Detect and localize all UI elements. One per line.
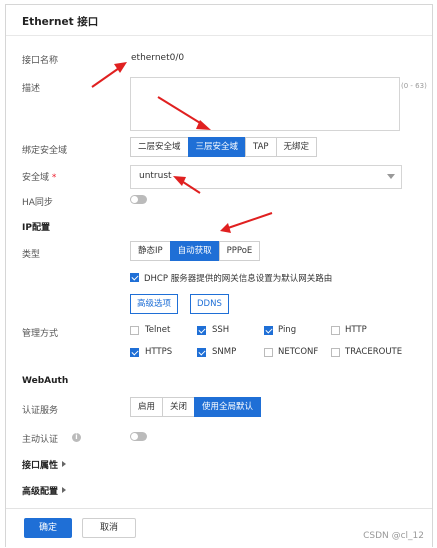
mgmt-traceroute-label: TRACEROUTE	[345, 347, 403, 357]
dhcp-gateway-checkbox[interactable]	[130, 273, 139, 282]
dialog-title: Ethernet 接口	[22, 16, 99, 28]
bind-zone-option-tap[interactable]: TAP	[245, 137, 277, 157]
description-textarea[interactable]	[130, 77, 400, 131]
confirm-button[interactable]: 确定	[24, 518, 72, 538]
mgmt-http-checkbox[interactable]	[331, 326, 340, 335]
active-auth-label: 主动认证	[22, 435, 59, 445]
auth-service-enable[interactable]: 启用	[130, 397, 164, 417]
auth-service-label: 认证服务	[22, 406, 59, 416]
mgmt-telnet-checkbox[interactable]	[130, 326, 139, 335]
mgmt-https-checkbox[interactable]	[130, 348, 139, 357]
active-auth-toggle[interactable]	[130, 432, 147, 441]
description-label: 描述	[22, 84, 41, 94]
toggle-knob	[131, 196, 138, 203]
zone-label: 安全域 *	[22, 170, 56, 183]
cancel-button[interactable]: 取消	[82, 518, 136, 538]
toggle-knob	[131, 433, 138, 440]
chevron-down-icon	[387, 174, 395, 179]
ddns-button[interactable]: DDNS	[190, 294, 229, 314]
ip-type-segmented: 静态IP 自动获取 PPPoE	[130, 241, 261, 261]
zone-select-value: untrust	[139, 171, 172, 181]
advanced-config-collapsible[interactable]: 高级配置	[22, 484, 67, 497]
ip-config-section-title: IP配置	[22, 223, 50, 233]
zone-select[interactable]: untrust	[130, 165, 402, 189]
interface-attrs-collapsible[interactable]: 接口属性	[22, 458, 67, 471]
interface-name-value: ethernet0/0	[131, 53, 185, 63]
caret-right-icon	[62, 487, 67, 493]
ha-sync-toggle[interactable]	[130, 195, 147, 204]
zone-label-text: 安全域	[22, 173, 50, 183]
bind-zone-segmented: 二层安全域 三层安全域 TAP 无绑定	[130, 137, 318, 157]
auth-service-disable[interactable]: 关闭	[162, 397, 196, 417]
interface-name-label: 接口名称	[22, 56, 59, 66]
webauth-section-title: WebAuth	[22, 376, 69, 386]
interface-attrs-label: 接口属性	[22, 461, 59, 471]
ip-type-dhcp[interactable]: 自动获取	[169, 241, 220, 261]
bind-zone-option-l3[interactable]: 三层安全域	[187, 137, 247, 157]
dhcp-gateway-label: DHCP 服务器提供的网关信息设置为默认网关路由	[144, 274, 333, 284]
required-mark: *	[51, 173, 57, 183]
mgmt-snmp-checkbox[interactable]	[197, 348, 206, 357]
bind-zone-option-none[interactable]: 无绑定	[275, 137, 318, 157]
mgmt-telnet-label: Telnet	[145, 325, 171, 335]
watermark: CSDN @cl_12	[363, 531, 424, 541]
dialog-header: Ethernet 接口	[6, 5, 432, 36]
management-label: 管理方式	[22, 329, 59, 339]
auth-service-segmented: 启用 关闭 使用全局默认	[130, 397, 262, 417]
mgmt-ssh-checkbox[interactable]	[197, 326, 206, 335]
ethernet-dialog: Ethernet 接口 接口名称 ethernet0/0 描述 (0 - 63)…	[5, 4, 433, 547]
mgmt-ssh-label: SSH	[212, 325, 230, 335]
mgmt-https-label: HTTPS	[145, 347, 173, 357]
mgmt-snmp-label: SNMP	[212, 347, 237, 357]
ip-type-label: 类型	[22, 250, 41, 260]
description-length-hint: (0 - 63)	[401, 82, 427, 90]
auth-service-global-default[interactable]: 使用全局默认	[194, 397, 262, 417]
bind-zone-option-l2[interactable]: 二层安全域	[130, 137, 189, 157]
mgmt-ping-label: Ping	[278, 325, 297, 335]
bind-zone-label: 绑定安全域	[22, 146, 68, 156]
ip-type-static[interactable]: 静态IP	[130, 241, 171, 261]
mgmt-netconf-checkbox[interactable]	[264, 348, 273, 357]
ha-sync-label: HA同步	[22, 198, 53, 208]
dialog-footer: 确定 取消 CSDN @cl_12	[6, 508, 432, 547]
ip-type-pppoe[interactable]: PPPoE	[218, 241, 261, 261]
mgmt-traceroute-checkbox[interactable]	[331, 348, 340, 357]
advanced-config-label: 高级配置	[22, 487, 59, 497]
caret-right-icon	[62, 461, 67, 467]
advanced-options-button[interactable]: 高级选项	[130, 294, 179, 314]
mgmt-http-label: HTTP	[345, 325, 367, 335]
mgmt-netconf-label: NETCONF	[278, 347, 319, 357]
mgmt-ping-checkbox[interactable]	[264, 326, 273, 335]
info-icon[interactable]: i	[72, 433, 81, 442]
